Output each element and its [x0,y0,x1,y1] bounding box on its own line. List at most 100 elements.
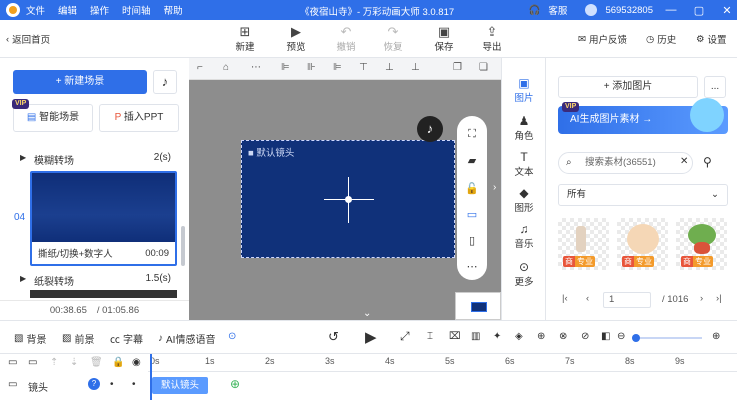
redo-button[interactable]: ↷ 恢复 [376,24,410,53]
music-note-icon[interactable]: ♪ [417,116,443,142]
scan-icon[interactable]: ⛶ [457,128,487,141]
folder-icon[interactable]: ▭ [8,357,17,368]
scrollbar[interactable] [181,226,185,266]
camera-icon[interactable]: ⌧ [449,331,461,342]
lock-icon[interactable]: 🔓 [457,182,487,195]
asset-card[interactable]: 商专业 [676,218,727,270]
home-icon[interactable]: ⌂ [223,62,229,73]
effect-icon[interactable]: ✦ [493,331,501,342]
menu-timeline[interactable]: 时间轴 [122,3,151,17]
more-icon[interactable]: ⋯ [457,260,487,273]
background-button[interactable]: ▧ 背景 [14,331,46,346]
next-page-icon[interactable]: › [700,293,703,304]
next-scene-thumbnail[interactable] [30,290,177,298]
align-top-icon[interactable]: ⊤ [359,62,368,73]
align-middle-icon[interactable]: ⊥ [385,62,394,73]
camera-frame[interactable]: ■ 默认镜头 [241,140,455,258]
camera-clip[interactable]: 默认镜头 [152,377,208,394]
camera-tool-icon[interactable]: ▰ [457,154,487,167]
zoom-slider-handle[interactable] [632,334,640,342]
prev-page-icon[interactable]: ‹ [586,293,589,304]
filter-icon[interactable]: ⚲ [703,155,712,169]
menu-help[interactable]: 帮助 [164,3,183,17]
expand-icon[interactable]: ▶ [20,274,26,283]
transform-icon[interactable]: ▥ [471,331,480,342]
split-icon[interactable]: ⊗ [559,331,567,342]
back-home-button[interactable]: ‹ 返回首页 [6,32,50,47]
scene-thumbnail[interactable]: 撕纸/切换+数字人 00:09 [30,171,177,266]
new-button[interactable]: ⊞ 新建 [228,24,262,53]
align-center-icon[interactable]: ⊪ [307,62,316,73]
insert-ppt-button[interactable]: P 插入PPT [99,104,179,132]
last-page-icon[interactable]: ›| [716,293,722,304]
new-scene-button[interactable]: + 新建场景 [13,70,147,94]
zoom-slider[interactable] [632,334,702,342]
lock-icon[interactable]: 🔒 [112,357,124,368]
delete-icon[interactable]: 🗑 [90,357,103,368]
history-button[interactable]: ◷ 历史 [646,32,676,47]
paste-icon[interactable]: ❏ [479,62,488,73]
expand-icon[interactable]: ▶ [20,153,26,162]
avatar[interactable] [585,4,598,16]
clear-icon[interactable]: ✕ [680,156,688,167]
fullscreen-icon[interactable]: ⤢ [400,329,410,344]
clip-icon[interactable]: ⌶ [427,331,433,342]
menu-edit[interactable]: 编辑 [58,3,77,17]
menu-file[interactable]: 文件 [26,3,45,17]
folder-add-icon[interactable]: ▭ [28,357,37,368]
preview-button[interactable]: ▶ 预览 [279,24,313,53]
copy-icon[interactable]: ❐ [453,62,462,73]
align-left-icon[interactable]: ⊫ [281,62,290,73]
close-icon[interactable]: ✕ [717,4,737,17]
scene1-transition[interactable]: 模糊转场 [34,152,74,167]
menu-operate[interactable]: 操作 [90,3,109,17]
more-button[interactable]: ... [704,76,726,98]
chevron-right-icon[interactable]: › [493,182,496,193]
align-icon[interactable]: ⌐ [197,62,203,73]
help-icon[interactable]: ? [88,378,100,390]
move-up-icon[interactable]: ⇡ [50,357,58,368]
subtitle-button[interactable]: ㏄字幕 [110,331,143,346]
playhead[interactable] [150,354,152,400]
tab-character[interactable]: ♟ 角色 [502,114,546,142]
tab-more[interactable]: ⊙ 更多 [502,260,546,288]
play-icon[interactable]: ▶ [365,328,377,346]
filter-icon[interactable]: ⊕ [537,331,545,342]
more-icon[interactable]: ⋯ [251,62,261,73]
move-down-icon[interactable]: ⇣ [70,357,78,368]
maximize-icon[interactable]: ▢ [689,4,709,17]
save-button[interactable]: ▣ 保存 [427,24,461,53]
search-input[interactable]: 搜索素材(36551) [558,152,693,174]
smart-scene-button[interactable]: VIP ▤ 智能场景 [12,99,93,132]
page-input[interactable]: 1 [603,292,651,308]
tab-text[interactable]: T 文本 [502,150,546,178]
feedback-button[interactable]: ✉ 用户反馈 [578,32,627,47]
animation-icon[interactable]: ◈ [515,331,523,342]
add-keyframe-icon[interactable]: ⊕ [230,377,240,391]
tab-image[interactable]: ▣ 图片 [502,76,546,104]
mask-icon[interactable]: ◧ [601,331,610,342]
align-right-icon[interactable]: ⊫ [333,62,342,73]
chevron-down-icon[interactable]: ⌄ [363,308,371,319]
phone-icon[interactable]: ▯ [457,234,487,247]
settings-button[interactable]: ⚙ 设置 [696,32,727,47]
export-button[interactable]: ⇪ 导出 [475,24,509,53]
first-page-icon[interactable]: |‹ [562,293,568,304]
category-select[interactable]: 所有 ⌄ [558,184,728,206]
link-icon[interactable]: ⊘ [581,331,589,342]
zoom-in-icon[interactable]: ⊕ [712,331,720,342]
align-bottom-icon[interactable]: ⊥ [411,62,420,73]
eye-icon[interactable]: ◉ [132,357,141,368]
scene2-transition[interactable]: 纸裂转场 [34,273,74,288]
rewind-icon[interactable]: ↺ [328,329,339,345]
asset-card[interactable]: 商专业 [617,218,668,270]
ai-voice-button[interactable]: ♪ AI情感语音 [158,331,215,346]
undo-button[interactable]: ↶ 撤销 [329,24,363,53]
customer-service-link[interactable]: 客服 [548,3,567,17]
minimap[interactable] [455,292,501,320]
foreground-button[interactable]: ▨ 前景 [62,331,94,346]
monitor-icon[interactable]: ▭ [457,208,487,221]
music-note-icon[interactable]: ♪ [153,70,177,94]
asset-card[interactable]: 商专业 [558,218,609,270]
minimize-icon[interactable]: — [661,4,681,16]
